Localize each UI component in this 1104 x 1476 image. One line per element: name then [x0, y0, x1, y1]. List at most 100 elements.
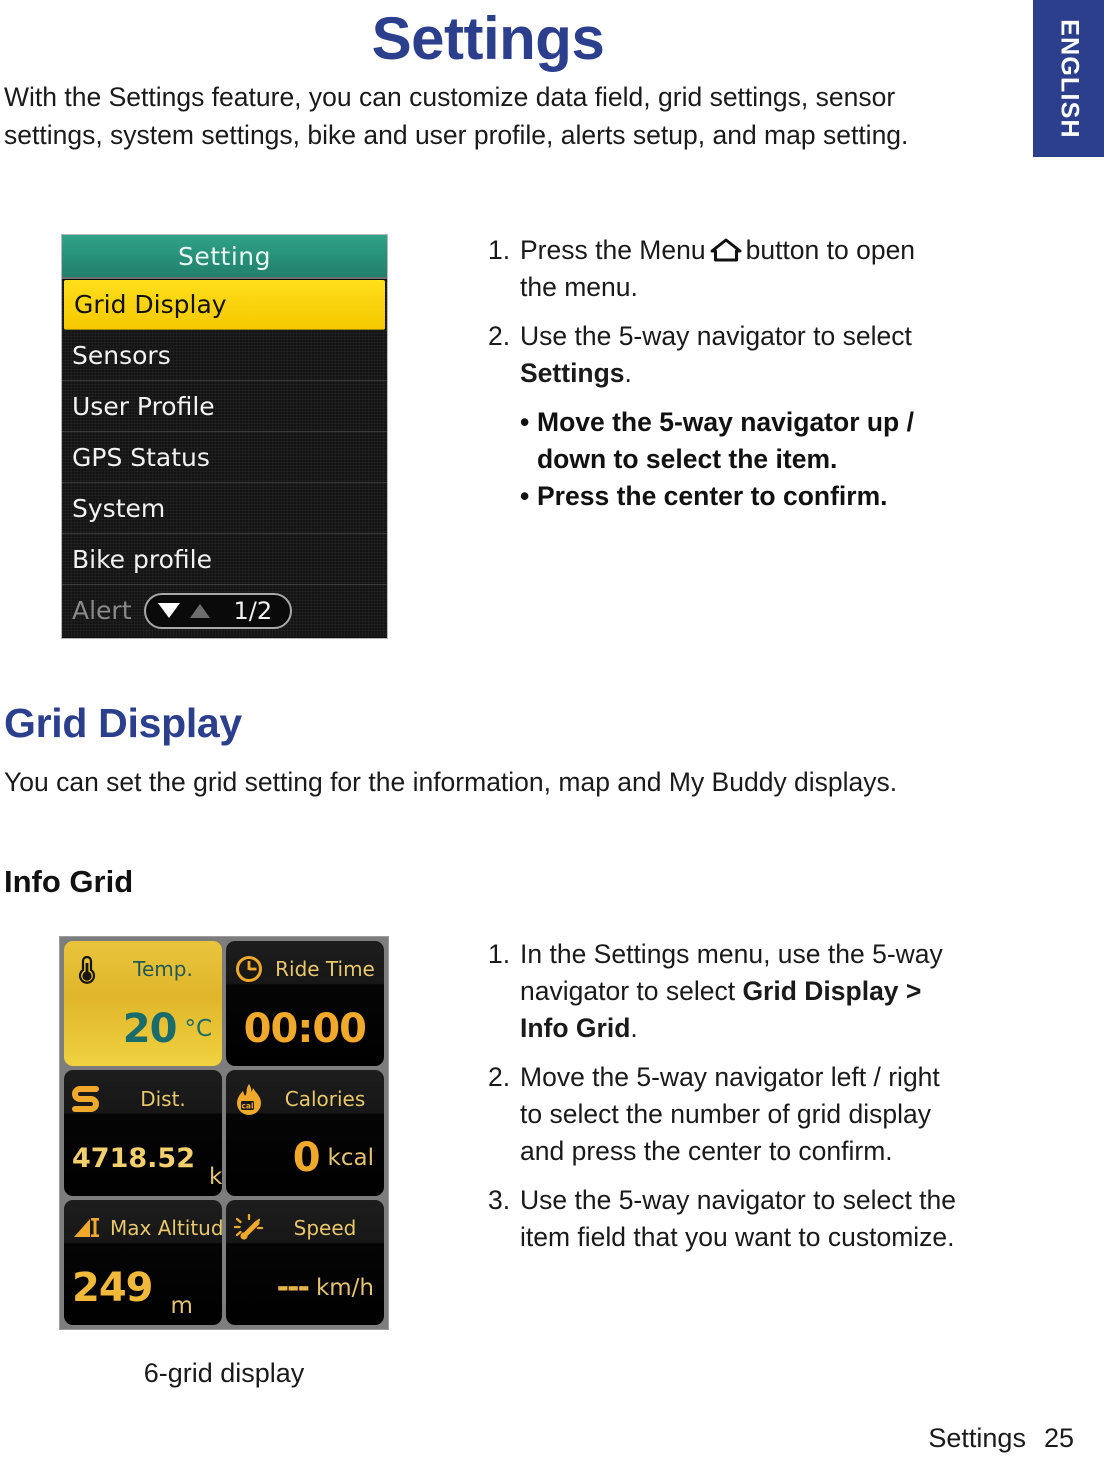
device-menu-list: Grid Display Sensors User Profile GPS St…	[62, 280, 387, 637]
step-text: Use the 5-way navigator to select Settin…	[520, 318, 958, 392]
device-menu-item-grid-display[interactable]: Grid Display	[64, 280, 385, 330]
mountain-icon	[70, 1211, 104, 1245]
page-footer: Settings 25	[928, 1423, 1074, 1454]
language-tab-label: ENGLISH	[1055, 18, 1083, 139]
grid-cell-unit: kcal	[327, 1145, 374, 1172]
bullet-dot-icon: •	[520, 481, 530, 511]
grid-cell-label: Calories	[284, 1086, 366, 1111]
grid-cell-value-row: 249 m	[64, 1256, 222, 1325]
grid-cell-value: 20	[122, 1005, 178, 1052]
footer-section-label: Settings	[928, 1423, 1026, 1453]
instruction-step: 3. Use the 5-way navigator to select the…	[488, 1182, 958, 1256]
chevron-up-icon[interactable]	[189, 603, 210, 618]
step-text-bold: Settings	[520, 358, 625, 388]
step-text-part-b: .	[624, 358, 632, 388]
info-grid-screenshot: Temp. 20 °C Ride Time 00:00 Dist. 4718.5…	[60, 937, 388, 1329]
step-number: 1.	[488, 939, 511, 969]
page-title: Settings	[371, 5, 605, 72]
device-pager[interactable]: 1/2	[143, 592, 293, 629]
grid-cell-ride-time[interactable]: Ride Time 00:00	[226, 941, 384, 1067]
flame-icon: cal	[232, 1082, 266, 1116]
thermometer-icon	[70, 952, 104, 986]
step-number: 2.	[488, 321, 511, 351]
speedometer-icon	[232, 1211, 266, 1245]
step-number: 1.	[488, 235, 511, 265]
device-menu-item-label: Alert	[72, 596, 132, 625]
grid-cell-label: Dist.	[140, 1086, 186, 1111]
grid-cell-calories[interactable]: cal Calories 0 kcal	[226, 1070, 384, 1196]
grid-cell-value-row: 00:00	[226, 997, 384, 1066]
instruction-step: 1. Press the Menu button to open the menu…	[488, 232, 958, 306]
grid-cell-speed[interactable]: Speed --- km/h	[226, 1199, 384, 1325]
grid-cell-value: 249	[72, 1264, 153, 1311]
instruction-bullet: • Move the 5-way navigator up / down to …	[520, 404, 958, 478]
grid-cell-label: Max Altitude	[110, 1215, 222, 1240]
intro-paragraph: With the Settings feature, you can custo…	[4, 82, 909, 150]
language-tab: ENGLISH	[1033, 0, 1104, 157]
grid-cell-label: Speed	[293, 1215, 357, 1240]
grid-cell-header: Ride Time	[226, 941, 384, 997]
grid-cell-temp[interactable]: Temp. 20 °C	[64, 941, 222, 1067]
instruction-step: 2. Move the 5-way navigator left / right…	[488, 1059, 958, 1170]
device-settings-screenshot: Setting Grid Display Sensors User Profil…	[62, 235, 387, 638]
grid-cell-value: 4718.52	[72, 1142, 195, 1174]
grid-cell-value-row: --- km/h	[226, 1256, 384, 1325]
grid-cell-unit: m	[170, 1293, 193, 1319]
step-text-part-b: .	[630, 1013, 638, 1043]
device-menu-item-alert[interactable]: Alert 1/2	[62, 585, 387, 636]
route-icon	[70, 1082, 104, 1116]
grid-cell-header: Temp.	[64, 941, 222, 997]
step-number: 2.	[488, 1062, 511, 1092]
bullet-dot-icon: •	[520, 407, 530, 437]
device-menu-item-system[interactable]: System	[62, 483, 387, 534]
step-text-part-a: Use the 5-way navigator to select	[520, 321, 912, 351]
bullet-text: Move the 5-way navigator up / down to se…	[537, 407, 914, 474]
device-menu-item-bike-profile[interactable]: Bike profile	[62, 534, 387, 585]
step-text: Press the Menu button to open the menu.	[520, 232, 958, 306]
device-menu-item-label: Sensors	[72, 340, 171, 370]
instruction-bullets: • Move the 5-way navigator up / down to …	[520, 404, 958, 515]
step-text-part-a: Press the Menu	[520, 235, 706, 265]
instruction-step: 2. Use the 5-way navigator to select Set…	[488, 318, 958, 392]
step-number: 3.	[488, 1185, 511, 1215]
device-header: Setting	[62, 235, 387, 279]
grid-cell-value-row: 20 °C	[64, 997, 222, 1066]
step-text: Use the 5-way navigator to select the it…	[520, 1185, 957, 1252]
grid-cell-max-altitude[interactable]: Max Altitude 249 m	[64, 1199, 222, 1325]
instruction-step: 1. In the Settings menu, use the 5-way n…	[488, 936, 958, 1047]
subsection-heading-info-grid: Info Grid	[4, 864, 134, 899]
grid-cell-value-row: 0 kcal	[226, 1127, 384, 1196]
pager-count: 1/2	[233, 596, 273, 625]
device-menu-item-label: System	[72, 493, 166, 523]
chevron-down-icon[interactable]	[157, 603, 180, 618]
grid-cell-value: 0	[292, 1135, 321, 1182]
grid-cell-unit: °C	[184, 1015, 212, 1042]
instruction-bullet: • Press the center to confirm.	[520, 478, 958, 515]
device-menu-item-gps-status[interactable]: GPS Status	[62, 432, 387, 483]
grid-cell-unit: km	[208, 1163, 222, 1190]
device-menu-item-label: GPS Status	[72, 442, 210, 472]
manual-page: ENGLISH Settings With the Settings featu…	[0, 0, 1104, 1476]
grid-cell-label: Temp.	[133, 957, 193, 982]
info-grid-instructions: 1. In the Settings menu, use the 5-way n…	[488, 936, 958, 1268]
step-text: In the Settings menu, use the 5-way navi…	[520, 936, 958, 1047]
section-heading-grid-display: Grid Display	[4, 700, 242, 746]
grid-cell-value: 00:00	[243, 1005, 367, 1052]
svg-text:cal: cal	[241, 1101, 253, 1110]
home-icon	[710, 236, 742, 262]
bullet-text: Press the center to confirm.	[537, 481, 888, 511]
device-menu-item-label: Grid Display	[74, 290, 227, 319]
grid-cell-header: Max Altitude	[64, 1200, 222, 1256]
section-description: You can set the grid setting for the inf…	[4, 767, 898, 797]
footer-page-number: 25	[1043, 1423, 1074, 1453]
device-menu-item-user-profile[interactable]: User Profile	[62, 381, 387, 432]
device-menu-item-sensors[interactable]: Sensors	[62, 330, 387, 381]
grid-cell-dist[interactable]: Dist. 4718.52 km	[64, 1070, 222, 1196]
grid-cell-unit: km/h	[315, 1274, 374, 1301]
clock-icon	[232, 952, 266, 986]
step-text: Move the 5-way navigator left / right to…	[520, 1062, 940, 1166]
settings-instructions: 1. Press the Menu button to open the menu…	[488, 232, 958, 515]
grid-cell-header: Dist.	[64, 1070, 222, 1126]
figure-caption: 6-grid display	[143, 1358, 305, 1388]
grid-cell-label: Ride Time	[275, 957, 375, 982]
